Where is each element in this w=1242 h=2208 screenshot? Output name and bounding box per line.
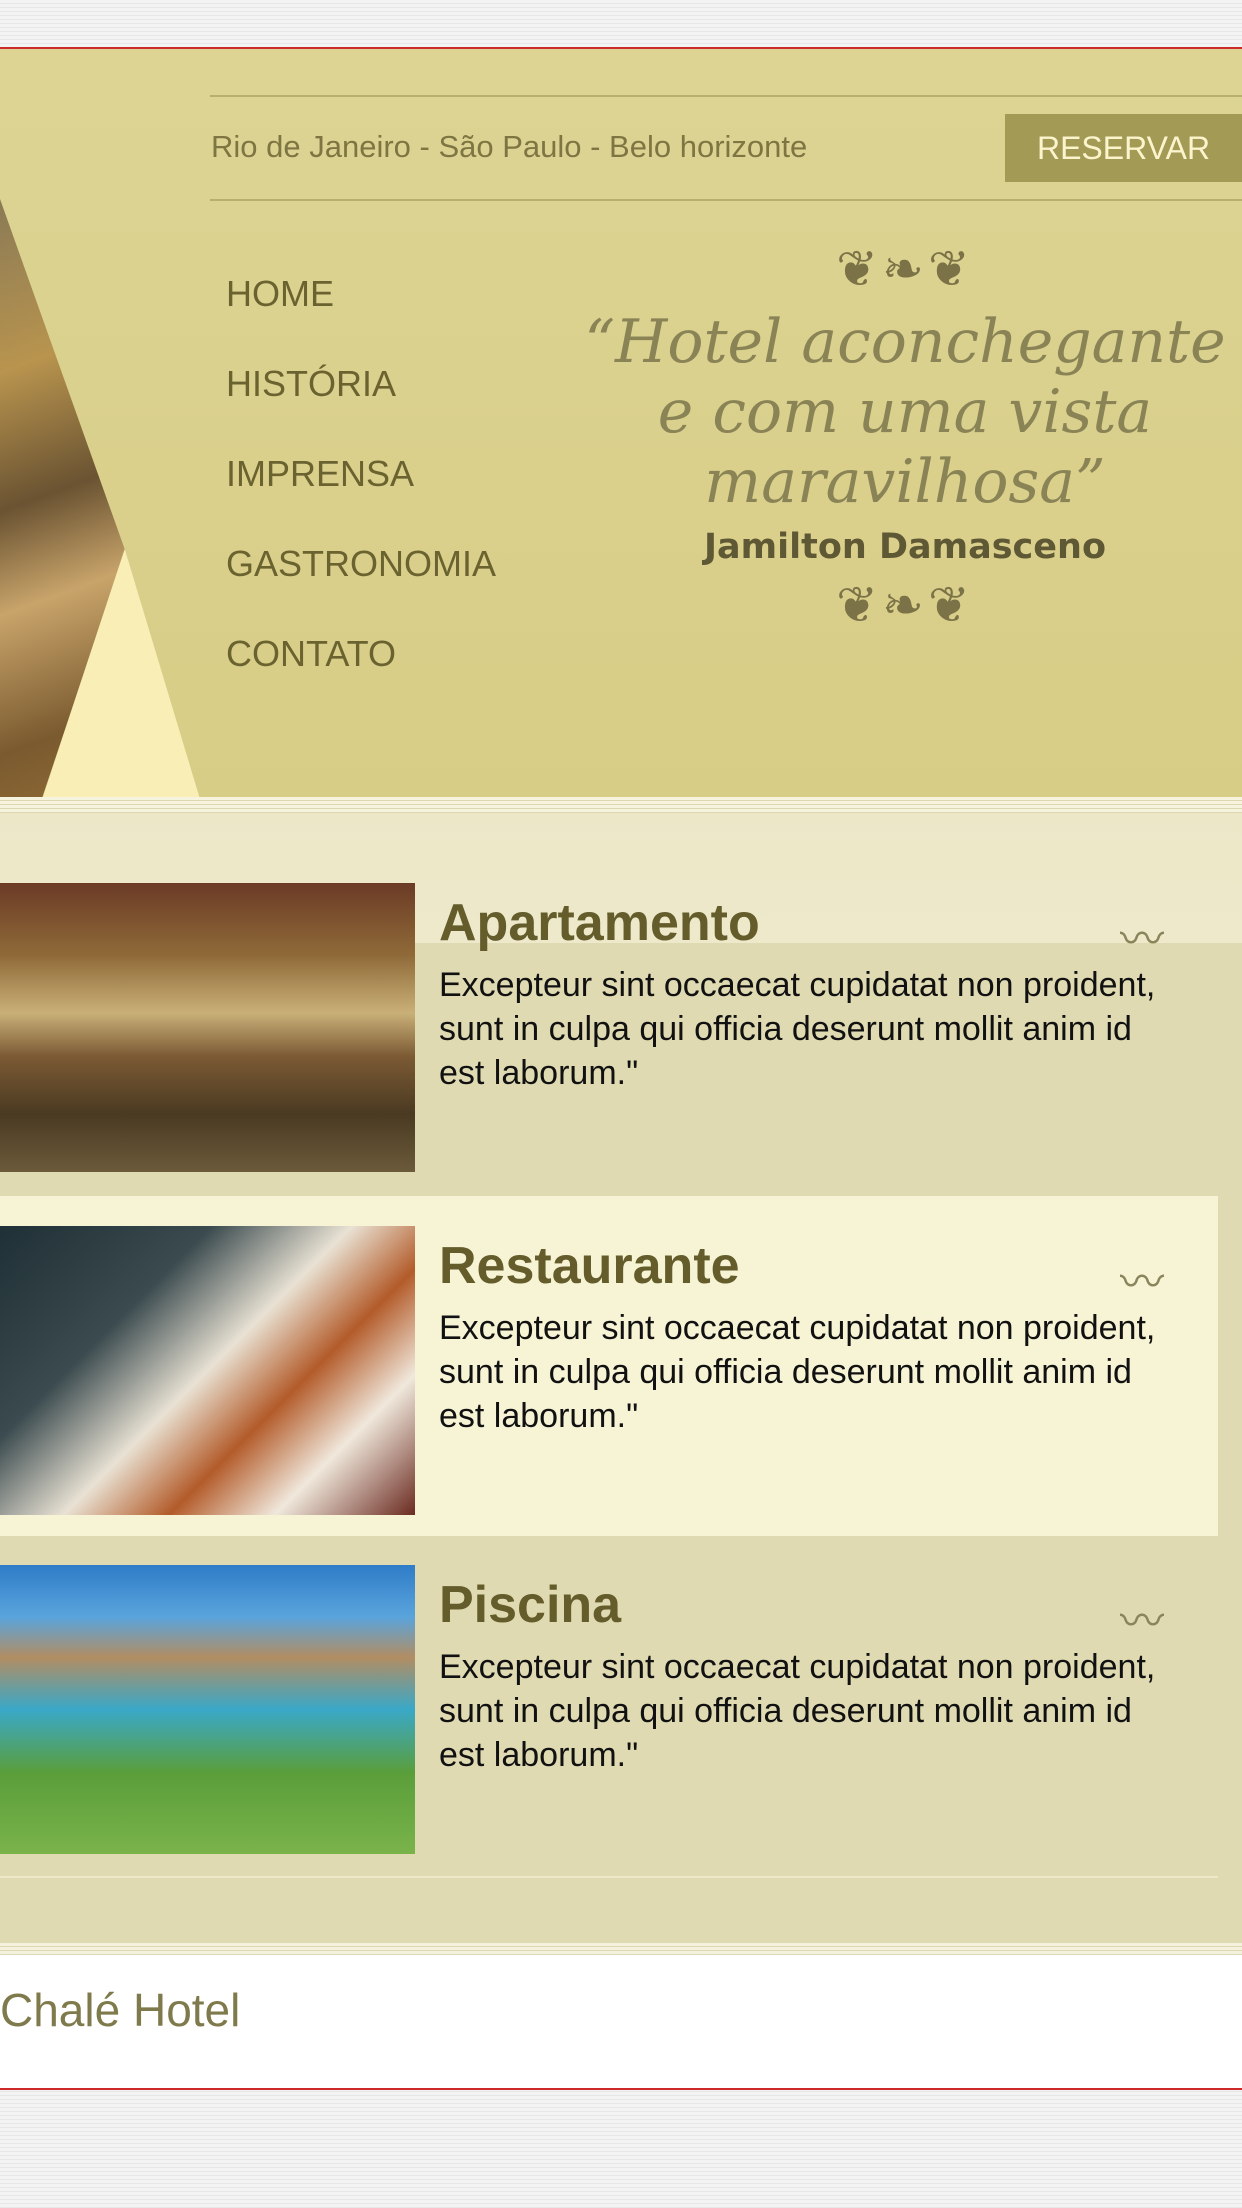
card-title: Piscina [439,1576,622,1634]
wave-icon[interactable]: 〰 [1120,1246,1164,1310]
services-section: Apartamento 〰 Excepteur sint occaecat cu… [0,813,1242,1943]
reserve-button[interactable]: RESERVAR [1005,114,1242,182]
nav-item-gastronomia[interactable]: GASTRONOMIA [226,534,496,624]
footer-divider [0,1943,1242,1955]
card-title: Restaurante [439,1237,740,1295]
card-restaurante[interactable]: Restaurante 〰 Excepteur sint occaecat cu… [0,1196,1218,1536]
ornament-bottom-icon: ❦❧❦ [836,577,974,633]
main-nav: HOME HISTÓRIA IMPRENSA GASTRONOMIA CONTA… [226,264,496,714]
header-mid-rule [210,199,1242,201]
card-description: Excepteur sint occaecat cupidatat non pr… [439,1309,1156,1435]
ornament-top-icon: ❦❧❦ [836,241,974,297]
footer-hotel-name: Chalé Hotel [0,1984,241,2036]
restaurant-photo [0,1226,415,1515]
cities-text: Rio de Janeiro - São Paulo - Belo horizo… [211,129,808,164]
nav-item-historia[interactable]: HISTÓRIA [226,354,496,444]
quote-text: “Hotel aconchegante e com uma vista mara… [584,307,1226,517]
testimonial-quote: ❦❧❦ “Hotel aconchegante e com uma vista … [560,239,1242,635]
header-top-rule [210,95,1242,97]
nav-item-contato[interactable]: CONTATO [226,624,496,714]
nav-item-imprensa[interactable]: IMPRENSA [226,444,496,534]
top-strip [0,0,1242,47]
wave-icon[interactable]: 〰 [1120,1585,1164,1649]
section-bottom-rule [0,1876,1218,1878]
nav-item-home[interactable]: HOME [226,264,496,354]
apartment-photo [0,883,415,1172]
header-divider [0,797,1242,813]
card-apartamento[interactable]: Apartamento 〰 Excepteur sint occaecat cu… [0,853,1218,1193]
wave-icon[interactable]: 〰 [1120,903,1164,967]
card-title: Apartamento [439,894,760,952]
pool-photo [0,1565,415,1854]
site-header: Rio de Janeiro - São Paulo - Belo horizo… [0,47,1242,799]
quote-author: Jamilton Damasceno [703,527,1107,567]
card-description: Excepteur sint occaecat cupidatat non pr… [439,966,1156,1092]
card-piscina[interactable]: Piscina 〰 Excepteur sint occaecat cupida… [0,1535,1218,1875]
site-footer: Chalé Hotel [0,1955,1242,2090]
card-description: Excepteur sint occaecat cupidatat non pr… [439,1648,1156,1774]
